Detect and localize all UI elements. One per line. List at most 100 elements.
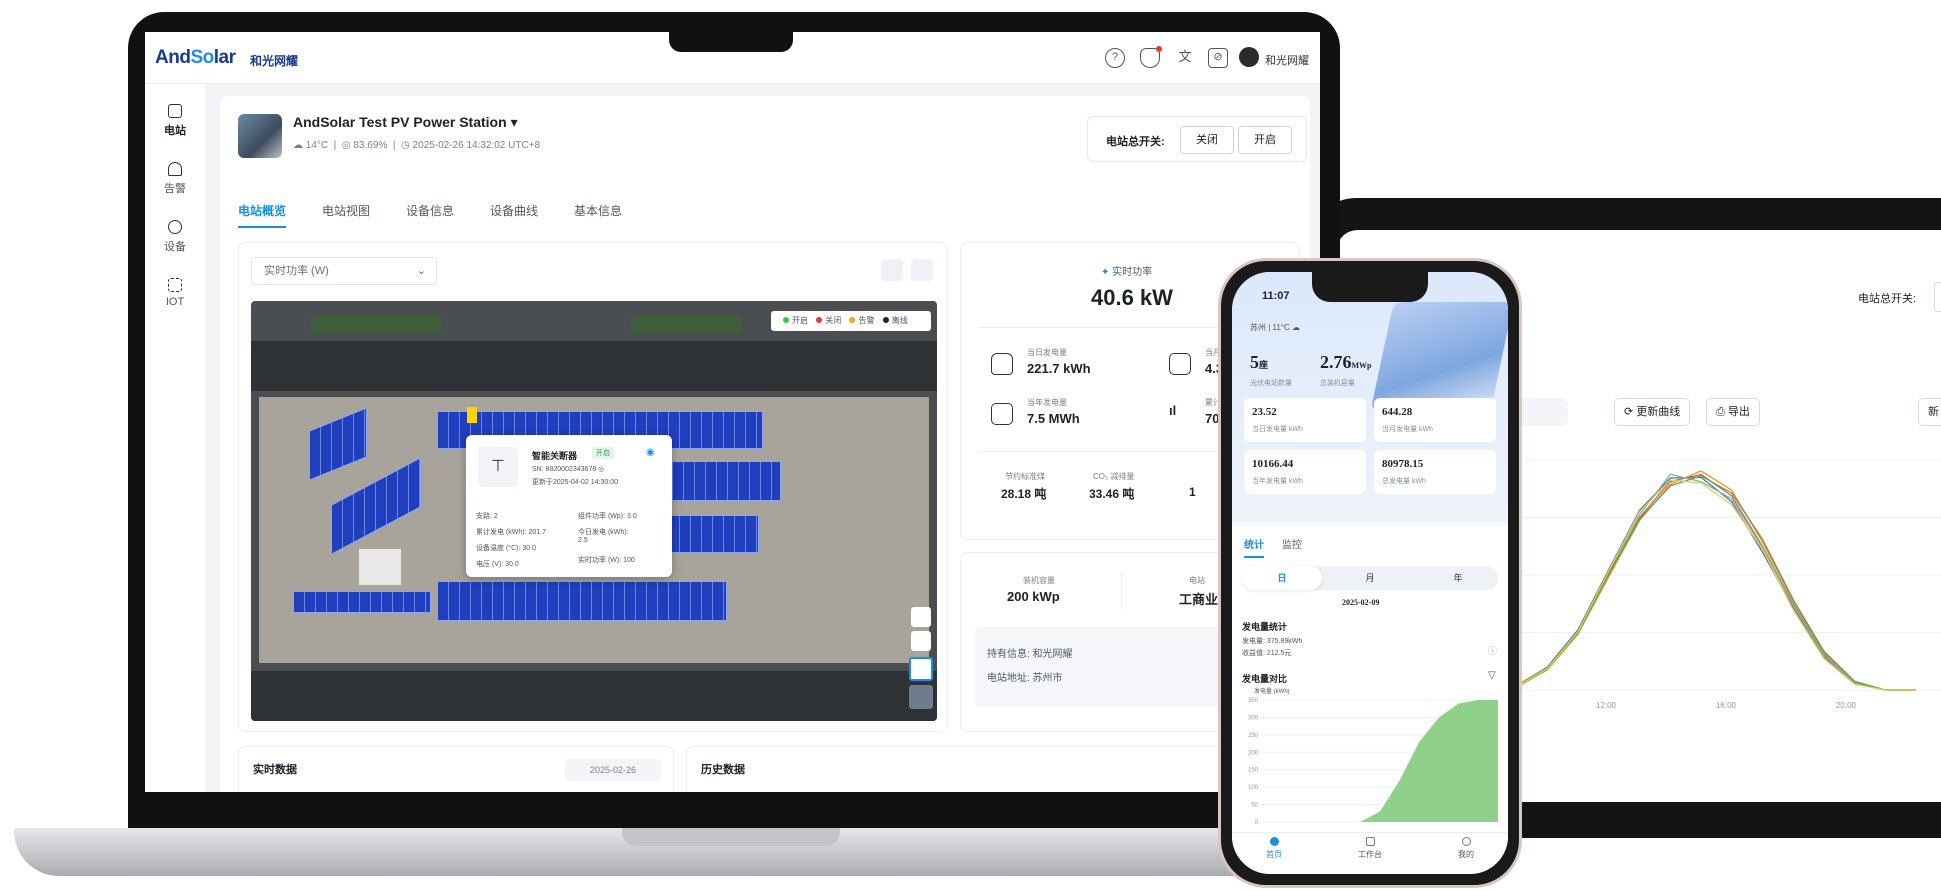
zoom-reset-button[interactable] bbox=[911, 607, 931, 627]
calendar-year-icon bbox=[991, 403, 1013, 425]
help-icon[interactable]: ? bbox=[1105, 48, 1125, 68]
tab-overview[interactable]: 电站概览 bbox=[238, 202, 287, 228]
user-name[interactable]: 和光网耀 bbox=[1265, 52, 1309, 68]
aerial-map[interactable]: 开启 关闭 告警 离线 ⊤ 智能关断器 开启 ◉ SN: 88200023436… bbox=[251, 301, 937, 721]
generation-area bbox=[1262, 700, 1498, 822]
theme-icon[interactable]: ⊘ bbox=[1208, 48, 1228, 68]
tab-device-curve[interactable]: 设备曲线 bbox=[490, 202, 538, 219]
green-strip bbox=[631, 315, 741, 333]
tab-view[interactable]: 电站视图 bbox=[322, 202, 370, 219]
tile-label: 当月发电量 kWh bbox=[1382, 426, 1433, 433]
building-illustration bbox=[1370, 302, 1508, 412]
savings-value: 28.18 吨 bbox=[1001, 487, 1047, 501]
realtime-date-picker[interactable]: 2025-02-26 bbox=[565, 759, 661, 781]
y-tick-label: 350 bbox=[1248, 698, 1259, 704]
switch-on-button[interactable]: 开启 bbox=[1238, 126, 1292, 154]
solar-array[interactable] bbox=[437, 581, 727, 621]
tab-basic-info[interactable]: 基本信息 bbox=[574, 202, 622, 219]
tablet-new-button[interactable]: 新 bbox=[1918, 398, 1941, 426]
station-title[interactable]: AndSolar Test PV Power Station ▾ bbox=[293, 114, 518, 131]
home-icon bbox=[1270, 837, 1279, 846]
station-count-unit: 座 bbox=[1259, 360, 1269, 370]
segment-year[interactable]: 年 bbox=[1418, 566, 1498, 590]
station-type-label: 电站 bbox=[1189, 576, 1205, 585]
gen-compare-title: 发电量对比 bbox=[1242, 674, 1288, 684]
popup-updated: 更新于2025-04-02 14:30:00 bbox=[532, 479, 618, 486]
pointer-tool-button[interactable] bbox=[911, 631, 931, 651]
workbench-icon bbox=[1366, 837, 1375, 846]
tab-mine[interactable]: 我的 bbox=[1436, 849, 1496, 860]
nav-item-device[interactable]: 设备 bbox=[145, 220, 205, 254]
nav-label: 电站 bbox=[164, 125, 186, 137]
tile-value: 644.28 bbox=[1382, 406, 1413, 418]
tab-workbench[interactable]: 工作台 bbox=[1340, 849, 1400, 860]
power-curve-series bbox=[1485, 475, 1916, 691]
power-curve-series bbox=[1485, 470, 1916, 691]
x-tick-label: 16:00 bbox=[1716, 701, 1737, 710]
tab-device-info[interactable]: 设备信息 bbox=[406, 202, 454, 219]
rooftop-structure bbox=[359, 549, 401, 585]
legend-label: 开启 bbox=[792, 316, 808, 325]
selected-module-marker[interactable] bbox=[467, 407, 477, 423]
camera-notch bbox=[669, 20, 793, 52]
iot-icon bbox=[168, 278, 182, 292]
side-nav: 电站 告警 设备 IOT bbox=[145, 84, 205, 792]
tablet-export-button[interactable]: ⎙ 导出 bbox=[1706, 398, 1760, 426]
satellite-layer-button[interactable] bbox=[909, 685, 933, 709]
switch-off-button[interactable]: 关闭 bbox=[1180, 126, 1234, 154]
info-icon[interactable]: ⓘ bbox=[1488, 644, 1497, 657]
calendar-month-icon bbox=[1169, 353, 1191, 375]
popup-title: 智能关断器 bbox=[532, 451, 578, 461]
weather-icon: ☁ bbox=[293, 140, 303, 151]
savings-value: 1 bbox=[1189, 485, 1196, 499]
phone-tab-stats[interactable]: 统计 bbox=[1244, 536, 1264, 558]
phone-date[interactable]: 2025-02-09 bbox=[1342, 598, 1379, 607]
phone-stat-tile[interactable]: 23.52 当日发电量 kWh bbox=[1244, 398, 1366, 442]
station-type-value: 工商业 bbox=[1179, 592, 1219, 607]
phone-time: 11:07 bbox=[1262, 290, 1290, 302]
phone-stat-tile[interactable]: 80978.15 总发电量 kWh bbox=[1374, 450, 1496, 494]
capacity-label: 装机容量 bbox=[1023, 576, 1055, 585]
nav-item-iot[interactable]: IOT bbox=[145, 278, 205, 308]
segment-day[interactable]: 日 bbox=[1242, 566, 1322, 590]
power-curve-series bbox=[1485, 476, 1916, 691]
cloud-icon: ☁ bbox=[1292, 323, 1301, 332]
station-overview-card: AndSolar Test PV Power Station ▾ ☁ 14°C … bbox=[220, 96, 1310, 792]
phone-stat-tile[interactable]: 10166.44 当年发电量 kWh bbox=[1244, 450, 1366, 494]
metric-select-value: 实时功率 (W) bbox=[264, 265, 329, 277]
nav-item-alarm[interactable]: 告警 bbox=[145, 162, 205, 196]
tab-home[interactable]: 首页 bbox=[1244, 849, 1304, 860]
tablet-switch-button[interactable] bbox=[1934, 282, 1941, 312]
popup-status-tag: 开启 bbox=[592, 447, 614, 459]
income-value: 收益值: 212.5元 bbox=[1242, 650, 1292, 657]
period-segment: 日 月 年 bbox=[1242, 566, 1498, 590]
solar-array[interactable] bbox=[293, 591, 431, 613]
filter-icon[interactable]: ▽ bbox=[1488, 670, 1496, 681]
tablet-new-label: 新 bbox=[1928, 406, 1939, 418]
settings-icon[interactable] bbox=[911, 259, 933, 281]
station-count-label: 光伏电站数量 bbox=[1250, 380, 1292, 387]
station-temperature: 14°C bbox=[305, 140, 329, 151]
phone-stat-tile[interactable]: 644.28 当月发电量 kWh bbox=[1374, 398, 1496, 442]
export-icon: ⎙ bbox=[1716, 406, 1728, 418]
phone-tab-monitor[interactable]: 监控 bbox=[1282, 536, 1302, 551]
avatar[interactable] bbox=[1239, 47, 1259, 67]
capacity-total-value: 2.76 bbox=[1320, 352, 1352, 372]
nav-label: 告警 bbox=[164, 183, 186, 195]
map-layer-button[interactable] bbox=[909, 657, 933, 681]
eye-icon[interactable]: ◉ bbox=[646, 447, 655, 458]
divider bbox=[1121, 573, 1122, 609]
device-popup: ⊤ 智能关断器 开启 ◉ SN: 8820002343678 ◎ 更新于2025… bbox=[466, 435, 672, 577]
segment-month[interactable]: 月 bbox=[1330, 566, 1410, 590]
bar-chart-icon: ıl bbox=[1169, 403, 1177, 418]
app-logo[interactable]: AndSolar bbox=[155, 47, 236, 69]
nav-item-station[interactable]: 电站 bbox=[145, 104, 205, 138]
metric-select[interactable]: 实时功率 (W) ⌄ bbox=[251, 257, 437, 285]
popup-row: 累计发电 (kWh): 201.7 bbox=[476, 529, 547, 536]
realtime-power-value: 40.6 kW bbox=[1091, 285, 1173, 310]
calendar-icon[interactable] bbox=[881, 259, 903, 281]
humidity-icon: ◎ bbox=[341, 140, 351, 151]
translate-icon[interactable]: 文 bbox=[1175, 48, 1195, 68]
tablet-refresh-button[interactable]: ⟳ 更新曲线 bbox=[1614, 398, 1691, 426]
laptop-screen: AndSolar 和光网耀 ? 文 ⊘ 和光网耀 电站 告警 设备 IOT An… bbox=[145, 32, 1320, 792]
